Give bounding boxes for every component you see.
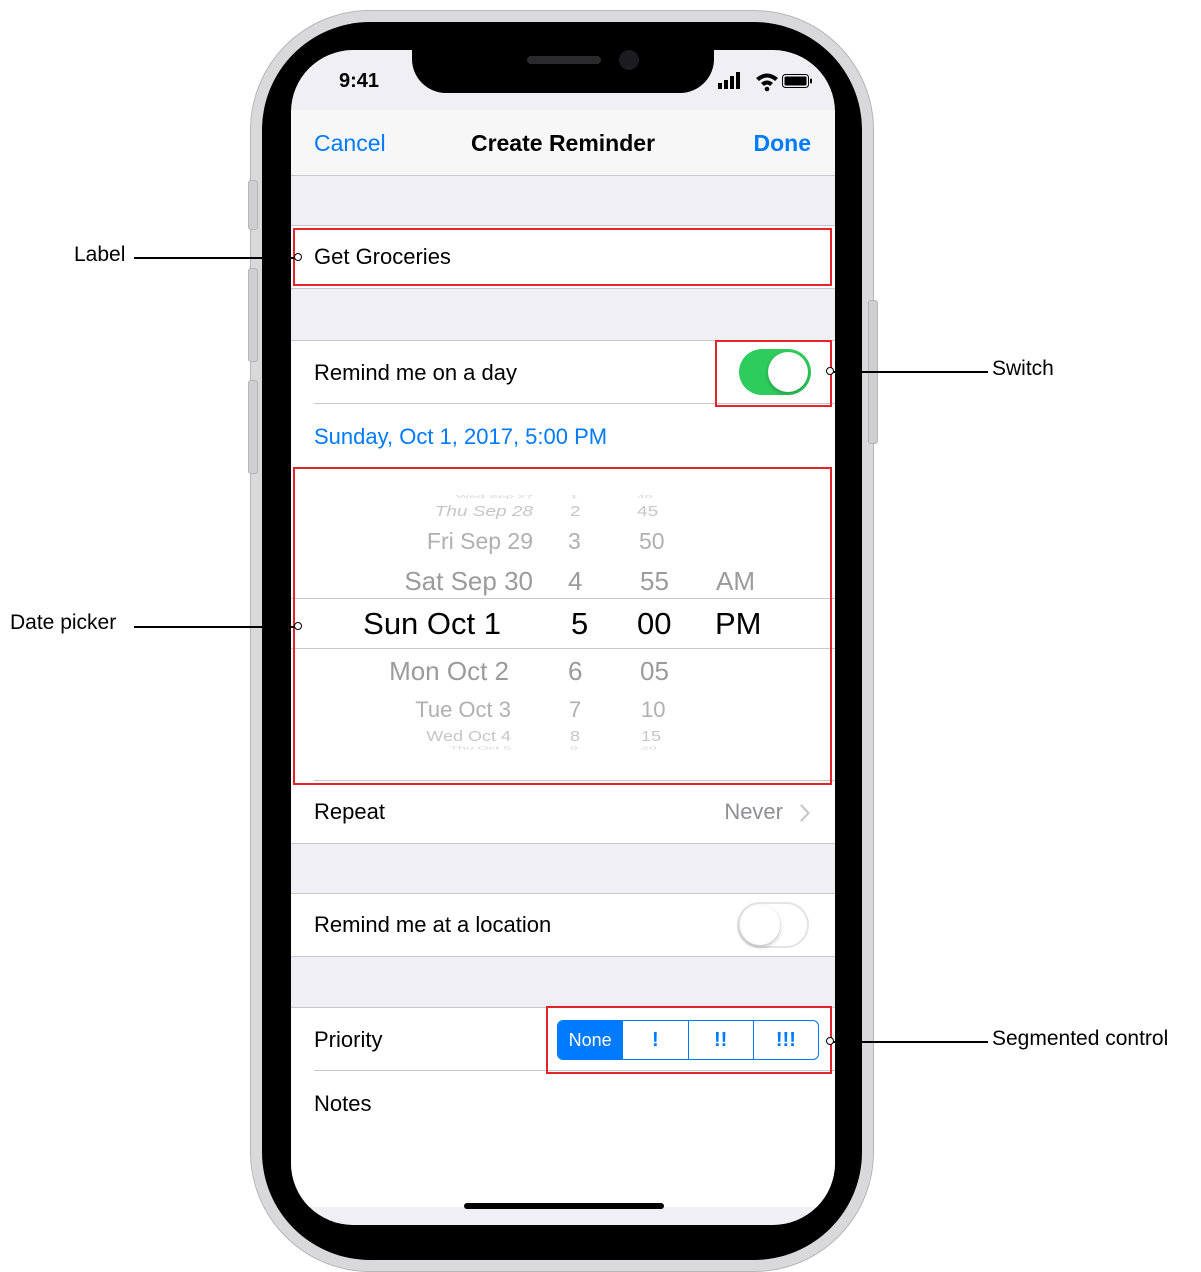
date-picker-highlight-box — [293, 467, 832, 785]
annotation-leader-line — [830, 1041, 988, 1043]
switch-knob — [740, 905, 780, 945]
annotation-leader-dot — [294, 622, 302, 630]
annotation-switch: Switch — [992, 357, 1054, 380]
divider — [291, 893, 835, 894]
done-button[interactable]: Done — [754, 130, 812, 157]
switch-highlight-box — [715, 340, 832, 407]
segmented-control-highlight-box — [546, 1006, 832, 1074]
home-indicator[interactable] — [464, 1203, 664, 1209]
label-highlight-box — [293, 228, 832, 286]
remind-location-switch[interactable] — [737, 902, 809, 948]
repeat-row[interactable]: Repeat Never — [291, 780, 835, 844]
remind-location-label: Remind me at a location — [314, 912, 552, 937]
chevron-right-icon — [800, 804, 810, 822]
remind-day-label: Remind me on a day — [314, 360, 517, 385]
repeat-value: Never — [724, 799, 783, 824]
priority-label: Priority — [314, 1027, 383, 1052]
status-icons — [718, 72, 812, 92]
front-camera — [619, 50, 639, 70]
divider — [291, 288, 835, 289]
cellular-signal-icon — [718, 72, 740, 89]
notes-field[interactable]: Notes — [314, 1091, 371, 1117]
annotation-label: Label — [74, 243, 126, 266]
wifi-icon — [756, 73, 778, 92]
volume-down-button — [248, 380, 258, 474]
annotation-date-picker: Date picker — [10, 611, 117, 634]
speaker — [527, 56, 601, 64]
notch — [412, 50, 714, 93]
divider — [291, 225, 835, 226]
annotation-leader-dot — [826, 1037, 834, 1045]
remind-location-cell: Remind me at a location — [291, 893, 835, 957]
volume-up-button — [248, 268, 258, 362]
annotation-leader-dot — [826, 367, 834, 375]
divider — [291, 843, 835, 844]
divider — [291, 956, 835, 957]
annotation-leader-dot — [294, 253, 302, 261]
cancel-button[interactable]: Cancel — [314, 130, 386, 157]
selected-date-text[interactable]: Sunday, Oct 1, 2017, 5:00 PM — [314, 424, 607, 450]
status-time: 9:41 — [339, 70, 380, 92]
annotation-leader-line — [830, 371, 988, 373]
annotation-leader-line — [134, 257, 298, 259]
battery-icon — [782, 74, 812, 88]
annotation-segmented-control: Segmented control — [992, 1027, 1169, 1050]
annotation-leader-line — [134, 626, 298, 628]
silent-switch — [248, 180, 258, 230]
navigation-bar: Create Reminder Cancel Done — [291, 110, 835, 176]
repeat-label: Repeat — [314, 799, 385, 824]
